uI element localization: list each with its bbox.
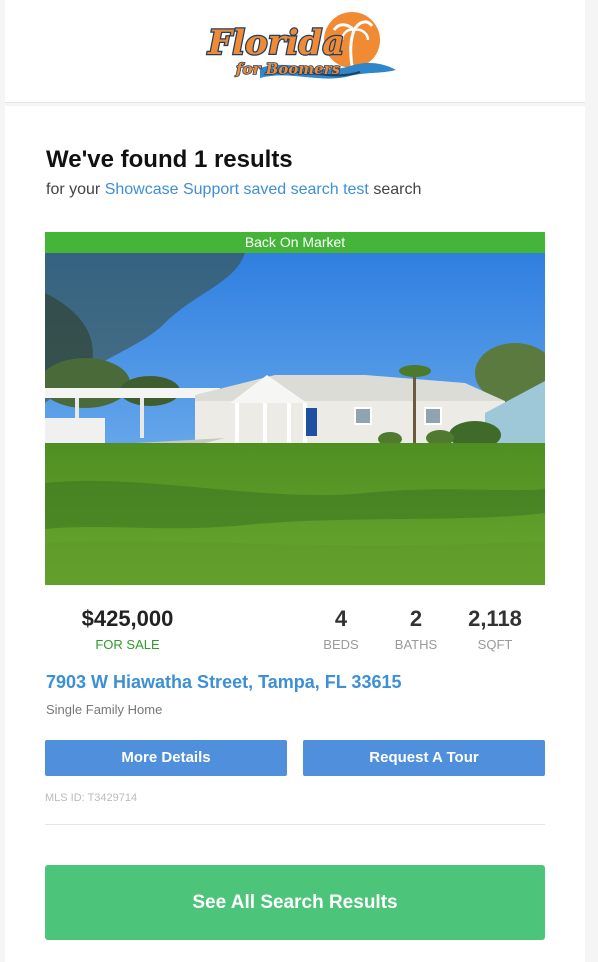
- sale-status: FOR SALE: [95, 637, 160, 652]
- logo-subtitle: for Boomers: [235, 60, 341, 78]
- baths-value: 2: [409, 606, 423, 631]
- subline-prefix: for your: [46, 181, 101, 198]
- results-headline: We've found 1 results: [46, 146, 293, 173]
- logo-wordmark: Florida: [207, 23, 344, 63]
- saved-search-link[interactable]: Showcase Support saved search test: [105, 181, 369, 198]
- divider: [45, 824, 545, 825]
- results-subline: for your Showcase Support saved search t…: [46, 181, 421, 199]
- see-all-results-button[interactable]: See All Search Results: [45, 865, 545, 940]
- beds-label: BEDS: [323, 637, 359, 652]
- florida-for-boomers-logo[interactable]: Florida for Boomers: [200, 8, 400, 86]
- subline-suffix: search: [373, 181, 422, 198]
- listing-address-link[interactable]: 7903 W Hiawatha Street, Tampa, FL 33615: [46, 672, 401, 693]
- property-type: Single Family Home: [46, 702, 163, 717]
- price-block: $425,000 FOR SALE: [45, 606, 210, 652]
- email-body: We've found 1 results for your Showcase …: [5, 106, 585, 962]
- listing-status-banner: Back On Market: [45, 232, 545, 253]
- mls-id: MLS ID: T3429714: [45, 792, 138, 804]
- sqft-value: 2,118: [468, 606, 522, 631]
- listing-price: $425,000: [81, 606, 174, 631]
- more-details-button[interactable]: More Details: [45, 740, 287, 776]
- email-header: Florida for Boomers: [5, 0, 585, 103]
- sqft-label: SQFT: [477, 637, 513, 652]
- listing-photo[interactable]: [45, 253, 545, 585]
- baths-stat: 2 BATHS: [379, 606, 453, 652]
- sqft-stat: 2,118 SQFT: [458, 606, 532, 652]
- beds-stat: 4 BEDS: [304, 606, 378, 652]
- request-tour-button[interactable]: Request A Tour: [303, 740, 545, 776]
- beds-value: 4: [334, 606, 348, 631]
- baths-label: BATHS: [394, 637, 438, 652]
